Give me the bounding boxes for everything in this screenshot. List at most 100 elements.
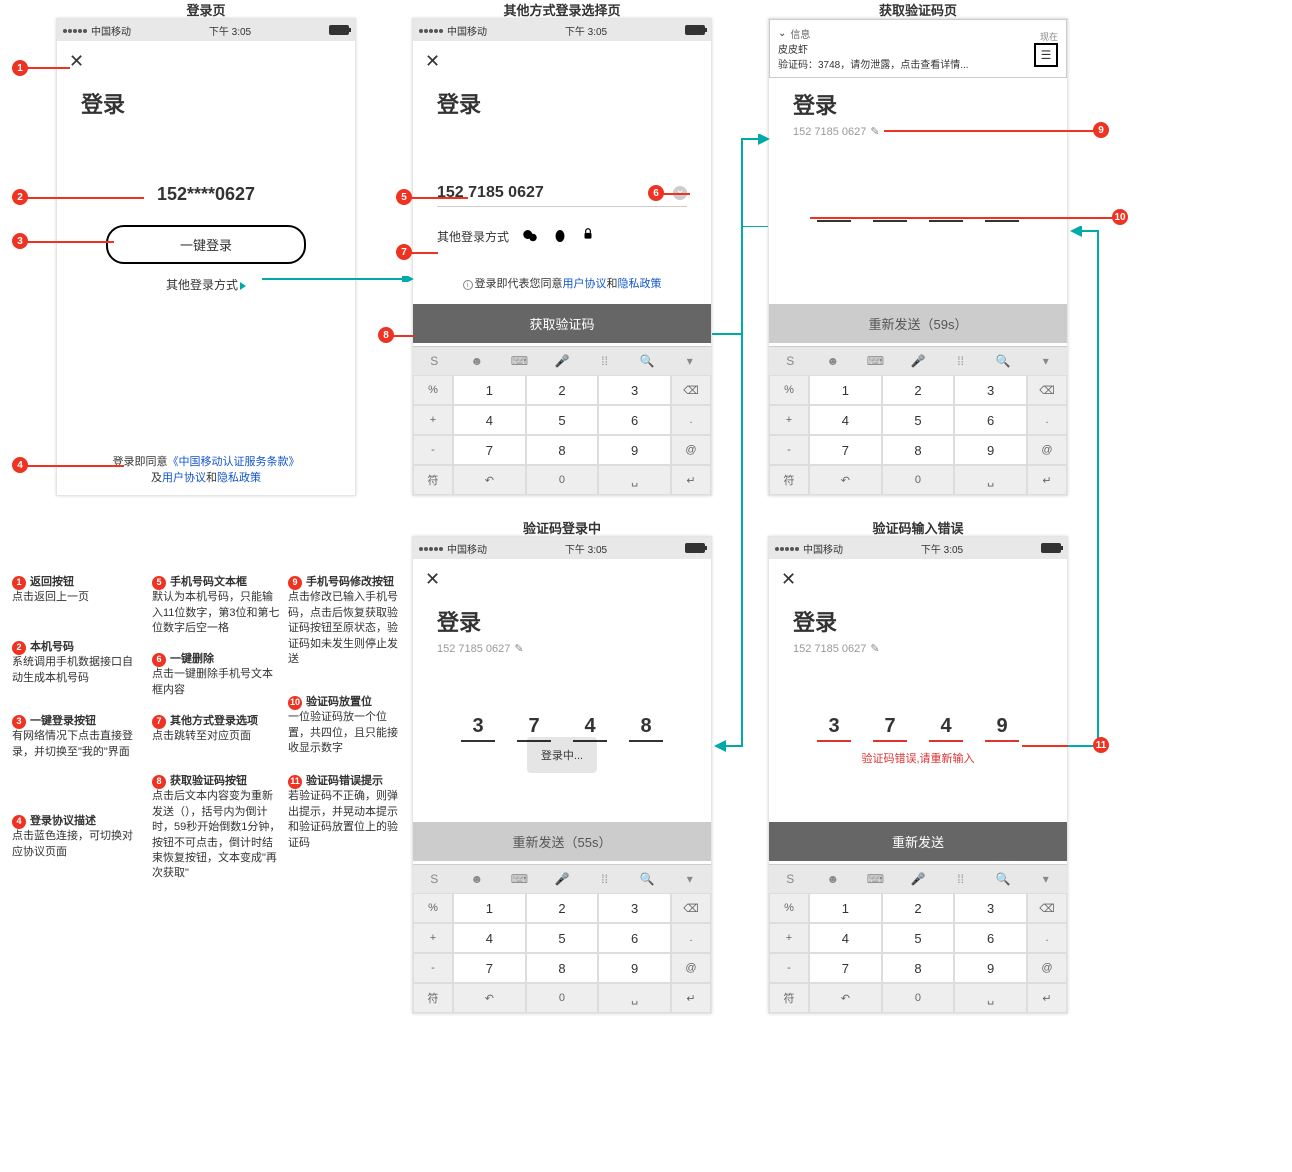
- close-icon[interactable]: ✕: [769, 559, 808, 600]
- sms-notification[interactable]: ⌄信息 皮皮虾 验证码：3748，请勿泄露，点击查看详情... 现在 ☰: [769, 19, 1067, 78]
- annotation-badge-9: 9: [1093, 122, 1109, 138]
- page-title: 登录: [769, 78, 1067, 125]
- close-icon[interactable]: ✕: [57, 41, 96, 82]
- flow-arrow: [1068, 226, 1128, 756]
- code-box[interactable]: [873, 198, 907, 222]
- keyboard[interactable]: S☻⌨🎤⁞⁞🔍▾ %123⌫ +456. -789@ 符↶0␣↵: [769, 346, 1067, 495]
- code-input-row[interactable]: 3 7 4 9: [769, 715, 1067, 742]
- screen-label: 验证码输入错误: [768, 518, 1068, 537]
- edit-icon[interactable]: ✎: [870, 643, 879, 655]
- legend-2: 2本机号码系统调用手机数据接口自动生成本机号码: [12, 640, 142, 686]
- masked-phone: 152****0627: [57, 184, 355, 205]
- edit-icon[interactable]: ✎: [870, 126, 879, 138]
- battery-icon: [329, 25, 349, 35]
- user-agreement-link[interactable]: 用户协议: [162, 472, 206, 484]
- status-bar: 中国移动 下午 3:05: [57, 19, 355, 41]
- terms-link[interactable]: 《中国移动认证服务条款》: [168, 456, 300, 468]
- phone-get-code: ⌄信息 皮皮虾 验证码：3748，请勿泄露，点击查看详情... 现在 ☰ 登录 …: [768, 18, 1068, 496]
- chevron-down-icon: ⌄: [778, 28, 786, 39]
- legend-5: 5手机号码文本框默认为本机号码，只能输入11位数字，第3位和第七位数字后空一格: [152, 575, 282, 637]
- battery -icon: [1041, 543, 1061, 553]
- privacy-link[interactable]: 隐私政策: [217, 472, 261, 484]
- qq-icon[interactable]: [551, 227, 569, 245]
- user-agreement-link[interactable]: 用户协议: [563, 278, 607, 290]
- page-title: 登录: [57, 82, 355, 124]
- annotation-badge-5: 5: [396, 189, 412, 205]
- code-box[interactable]: 7: [873, 715, 907, 742]
- wechat-icon[interactable]: [521, 227, 539, 245]
- annotation-badge-3: 3: [12, 233, 28, 249]
- close-icon[interactable]: ✕: [413, 41, 452, 82]
- phone-subtext: 152 7185 0627✎: [769, 642, 1067, 655]
- chevron-right-icon: [240, 282, 246, 290]
- phone-verifying: 中国移动 下午 3:05 ✕ 登录 152 7185 0627✎ 3 7 4 8…: [412, 536, 712, 1014]
- annotation-badge-4: 4: [12, 457, 28, 473]
- phone-error: 中国移动 下午 3:05 ✕ 登录 152 7185 0627✎ 3 7 4 9…: [768, 536, 1068, 1014]
- annotation-badge-10: 10: [1112, 209, 1128, 225]
- privacy-link[interactable]: 隐私政策: [618, 278, 662, 290]
- code-box[interactable]: [929, 198, 963, 222]
- time-text: 下午 3:05: [209, 23, 251, 38]
- legend-10: 10验证码放置位一位验证码放一个位置，共四位，且只能接收显示数字: [288, 695, 408, 757]
- agreement-text: i登录即代表您同意用户协议和隐私政策: [413, 275, 711, 291]
- annotation-badge-11: 11: [1093, 737, 1109, 753]
- get-code-button[interactable]: 获取验证码: [413, 304, 711, 343]
- flow-arrow: [712, 226, 772, 756]
- screen-label: 获取验证码页: [768, 0, 1068, 19]
- legend-1: 1返回按钮点击返回上一页: [12, 575, 142, 606]
- phone-input[interactable]: 152 7185 0627: [437, 184, 544, 202]
- annotation-badge-6: 6: [648, 185, 664, 201]
- code-box: 8: [629, 715, 663, 742]
- code-box[interactable]: [985, 198, 1019, 222]
- other-login-link[interactable]: 其他登录方式: [57, 276, 355, 293]
- close-icon[interactable]: ✕: [413, 559, 452, 600]
- keyboard[interactable]: S☻⌨🎤⁞⁞🔍▾ %123⌫ +456. -789@ 符↶0␣↵: [413, 864, 711, 1013]
- edit-icon[interactable]: ✎: [514, 643, 523, 655]
- code-box[interactable]: [817, 198, 851, 222]
- carrier-text: 中国移动: [91, 23, 131, 38]
- page-title: 登录: [769, 600, 1067, 642]
- screen-label: 登录页: [56, 0, 356, 19]
- code-box[interactable]: 4: [929, 715, 963, 742]
- annotation-badge-8: 8: [378, 327, 394, 343]
- legend-9: 9手机号码修改按钮点击修改已输入手机号码，点击后恢复获取验证码按钮至原状态，验证…: [288, 575, 408, 667]
- legend-6: 6一键删除点击一键删除手机号文本框内容: [152, 652, 282, 698]
- resend-button: 重新发送（59s）: [769, 304, 1067, 343]
- legend-7: 7其他方式登录选项点击跳转至对应页面: [152, 714, 282, 745]
- annotation-badge-1: 1: [12, 60, 28, 76]
- lock-icon[interactable]: [581, 227, 599, 245]
- resend-button[interactable]: 重新发送: [769, 822, 1067, 861]
- battery-icon: [685, 25, 705, 35]
- loading-toast: 登录中...: [527, 737, 597, 773]
- screen-label: 其他方式登录选择页: [412, 0, 712, 19]
- keyboard[interactable]: S☻⌨🎤⁞⁞🔍▾ %123⌫ +456. -789@ 符↶0␣↵: [413, 346, 711, 495]
- keyboard[interactable]: S☻⌨🎤⁞⁞🔍▾ %123⌫ +456. -789@ 符↶0␣↵: [769, 864, 1067, 1013]
- legend-4: 4登录协议描述点击蓝色连接，可切换对应协议页面: [12, 814, 142, 860]
- agreement-text: 登录即同意《中国移动认证服务条款》 及用户协议和隐私政策: [57, 453, 355, 485]
- message-icon: ☰: [1034, 43, 1058, 67]
- code-box[interactable]: 9: [985, 715, 1019, 742]
- status-bar: 中国移动 下午 3:05: [413, 537, 711, 559]
- page-title: 登录: [413, 82, 711, 124]
- legend-8: 8获取验证码按钮点击后文本内容变为重新发送（），括号内为倒计时，59秒开始倒数1…: [152, 774, 282, 882]
- resend-button: 重新发送（55s）: [413, 822, 711, 861]
- battery-icon: [685, 543, 705, 553]
- status-bar: 中国移动 下午 3:05: [413, 19, 711, 41]
- error-message: 验证码错误,请重新输入: [769, 750, 1067, 766]
- phone-other-login: 中国移动 下午 3:05 ✕ 登录 152 7185 0627 ✕ 其他登录方式…: [412, 18, 712, 496]
- phone-login: 中国移动 下午 3:05 ✕ 登录 152****0627 一键登录 其他登录方…: [56, 18, 356, 496]
- clear-icon[interactable]: ✕: [673, 186, 687, 200]
- legend-11: 11验证码错误提示若验证码不正确，则弹出提示，并晃动本提示和验证码放置位上的验证…: [288, 774, 408, 851]
- screen-label: 验证码登录中: [412, 518, 712, 537]
- annotation-badge-2: 2: [12, 189, 28, 205]
- flow-arrow: [712, 134, 772, 344]
- page-title: 登录: [413, 600, 711, 642]
- legend-3: 3一键登录按钮有网络情况下点击直接登录，并切换至"我的"界面: [12, 714, 142, 760]
- one-key-login-button[interactable]: 一键登录: [106, 225, 306, 264]
- annotation-badge-7: 7: [396, 244, 412, 260]
- other-login-row: 其他登录方式: [437, 227, 687, 245]
- code-input-row[interactable]: [769, 198, 1067, 222]
- code-box[interactable]: 3: [817, 715, 851, 742]
- info-icon: i: [463, 280, 473, 290]
- phone-subtext: 152 7185 0627✎: [769, 125, 1067, 138]
